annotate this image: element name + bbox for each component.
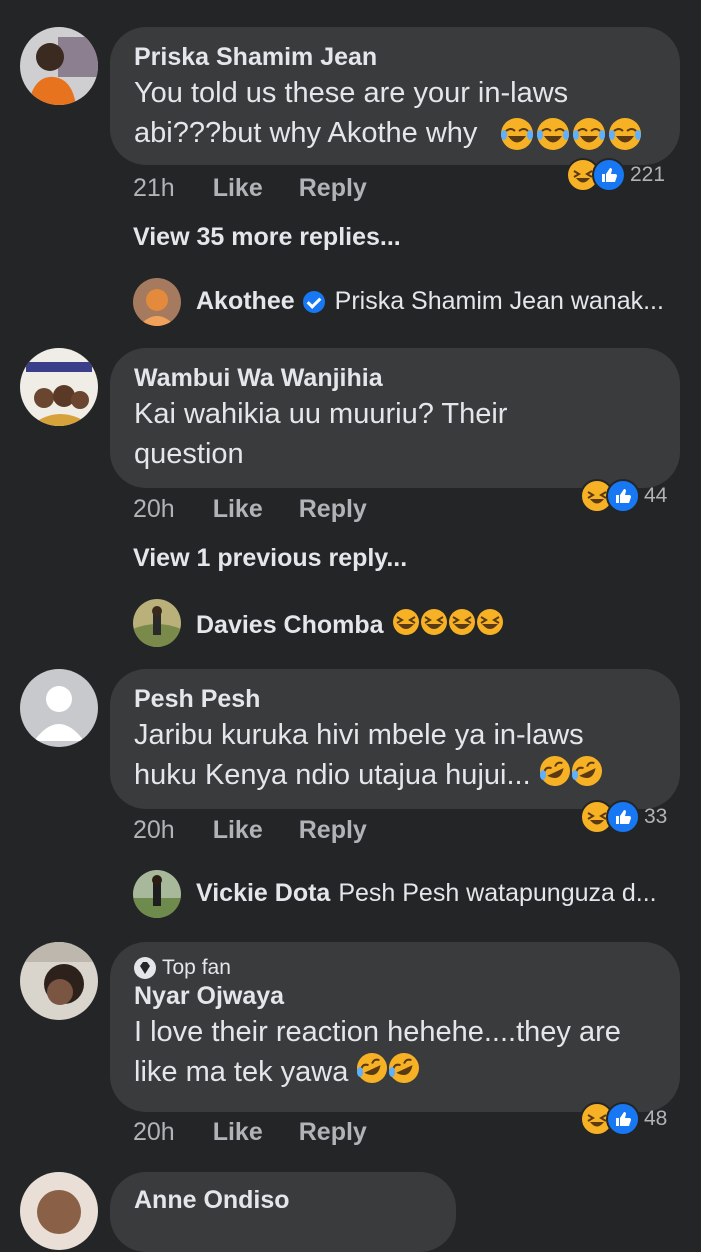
comment-actions: 21h Like Reply <box>133 173 403 203</box>
comment-text-content: like ma tek yawa <box>134 1056 349 1089</box>
rolling-laughing-emoji <box>388 1052 420 1095</box>
avatar[interactable] <box>20 1172 98 1250</box>
laughing-tears-emoji <box>608 117 642 156</box>
reaction-count: 221 <box>630 163 666 186</box>
comment-text-line: like ma tek yawa <box>134 1052 656 1095</box>
reply-preview[interactable]: Davies Chomba <box>196 608 504 643</box>
commenter-name[interactable]: Anne Ondiso <box>134 1184 432 1216</box>
grinning-squint-emoji <box>448 608 476 643</box>
timestamp[interactable]: 20h <box>133 1118 175 1146</box>
reply-preview[interactable]: Vickie Dota Pesh Pesh watapunguza d... <box>196 879 657 908</box>
reply-snippet: Priska Shamim Jean wanak... <box>334 287 664 315</box>
emoji-group <box>500 117 642 156</box>
reaction-summary[interactable]: 48 <box>580 1102 667 1136</box>
reaction-summary[interactable]: 44 <box>580 479 667 513</box>
laughing-tears-emoji <box>572 117 606 156</box>
comment-text-line: I love their reaction hehehe....they are <box>134 1016 621 1048</box>
reaction-summary[interactable]: 221 <box>566 158 665 192</box>
comment-bubble: Wambui Wa Wanjihia Kai wahikia uu muuriu… <box>110 348 680 488</box>
laughing-tears-emoji <box>500 117 534 156</box>
like-button[interactable]: Like <box>213 174 263 202</box>
commenter-name[interactable]: Nyar Ojwaya <box>134 980 656 1012</box>
comment-actions: 20h Like Reply <box>133 815 403 845</box>
grinning-squint-emoji <box>392 608 420 643</box>
reply-author[interactable]: Akothee <box>196 287 295 316</box>
reaction-count: 33 <box>644 805 668 828</box>
like-icon <box>592 158 626 192</box>
avatar[interactable] <box>133 599 181 647</box>
comment-text-line: Jaribu kuruka hivi mbele ya in-laws <box>134 719 584 751</box>
rolling-laughing-emoji <box>571 755 603 798</box>
timestamp[interactable]: 20h <box>133 816 175 844</box>
like-icon <box>606 1102 640 1136</box>
reply-author[interactable]: Vickie Dota <box>196 879 330 908</box>
avatar[interactable] <box>133 278 181 326</box>
laughing-tears-emoji <box>536 117 570 156</box>
reply-preview[interactable]: Akothee Priska Shamim Jean wanak... <box>196 287 664 316</box>
reply-button[interactable]: Reply <box>299 1118 367 1146</box>
comment-bubble: Top fan Nyar Ojwaya I love their reactio… <box>110 942 680 1112</box>
diamond-icon <box>134 957 156 979</box>
commenter-name[interactable]: Pesh Pesh <box>134 683 656 715</box>
comment-text-line: huku Kenya ndio utajua hujui... <box>134 755 656 798</box>
reaction-count: 48 <box>644 1107 668 1130</box>
reply-button[interactable]: Reply <box>299 816 367 844</box>
reaction-count: 44 <box>644 484 668 507</box>
reply-author[interactable]: Davies Chomba <box>196 611 384 640</box>
avatar[interactable] <box>20 669 98 747</box>
grinning-squint-emoji <box>420 608 448 643</box>
like-icon <box>606 479 640 513</box>
avatar[interactable] <box>133 870 181 918</box>
reply-snippet: Pesh Pesh watapunguza d... <box>338 879 657 907</box>
view-more-replies[interactable]: View 35 more replies... <box>133 223 401 252</box>
avatar[interactable] <box>20 942 98 1020</box>
like-button[interactable]: Like <box>213 816 263 844</box>
avatar[interactable] <box>20 27 98 105</box>
reaction-summary[interactable]: 33 <box>580 800 667 834</box>
commenter-name[interactable]: Wambui Wa Wanjihia <box>134 362 656 394</box>
rolling-laughing-emoji <box>539 755 571 798</box>
top-fan-badge: Top fan <box>134 956 656 980</box>
verified-icon <box>302 290 325 313</box>
like-button[interactable]: Like <box>213 1118 263 1146</box>
badge-label: Top fan <box>162 956 231 979</box>
rolling-laughing-emoji <box>356 1052 388 1095</box>
comment-text-content: huku Kenya ndio utajua hujui... <box>134 759 531 792</box>
grinning-squint-emoji <box>476 608 504 643</box>
timestamp[interactable]: 21h <box>133 174 175 202</box>
timestamp[interactable]: 20h <box>133 495 175 523</box>
like-icon <box>606 800 640 834</box>
comment-text-line: Kai wahikia uu muuriu? Their <box>134 398 508 430</box>
like-button[interactable]: Like <box>213 495 263 523</box>
comment-text-line: question <box>134 438 244 470</box>
comment-actions: 20h Like Reply <box>133 1117 403 1147</box>
reply-button[interactable]: Reply <box>299 174 367 202</box>
comment-bubble: Pesh Pesh Jaribu kuruka hivi mbele ya in… <box>110 669 680 809</box>
reply-button[interactable]: Reply <box>299 495 367 523</box>
comment-actions: 20h Like Reply <box>133 494 403 524</box>
comment-bubble: Anne Ondiso <box>110 1172 456 1252</box>
view-previous-replies[interactable]: View 1 previous reply... <box>133 544 407 573</box>
avatar[interactable] <box>20 348 98 426</box>
commenter-name[interactable]: Priska Shamim Jean <box>134 41 656 73</box>
